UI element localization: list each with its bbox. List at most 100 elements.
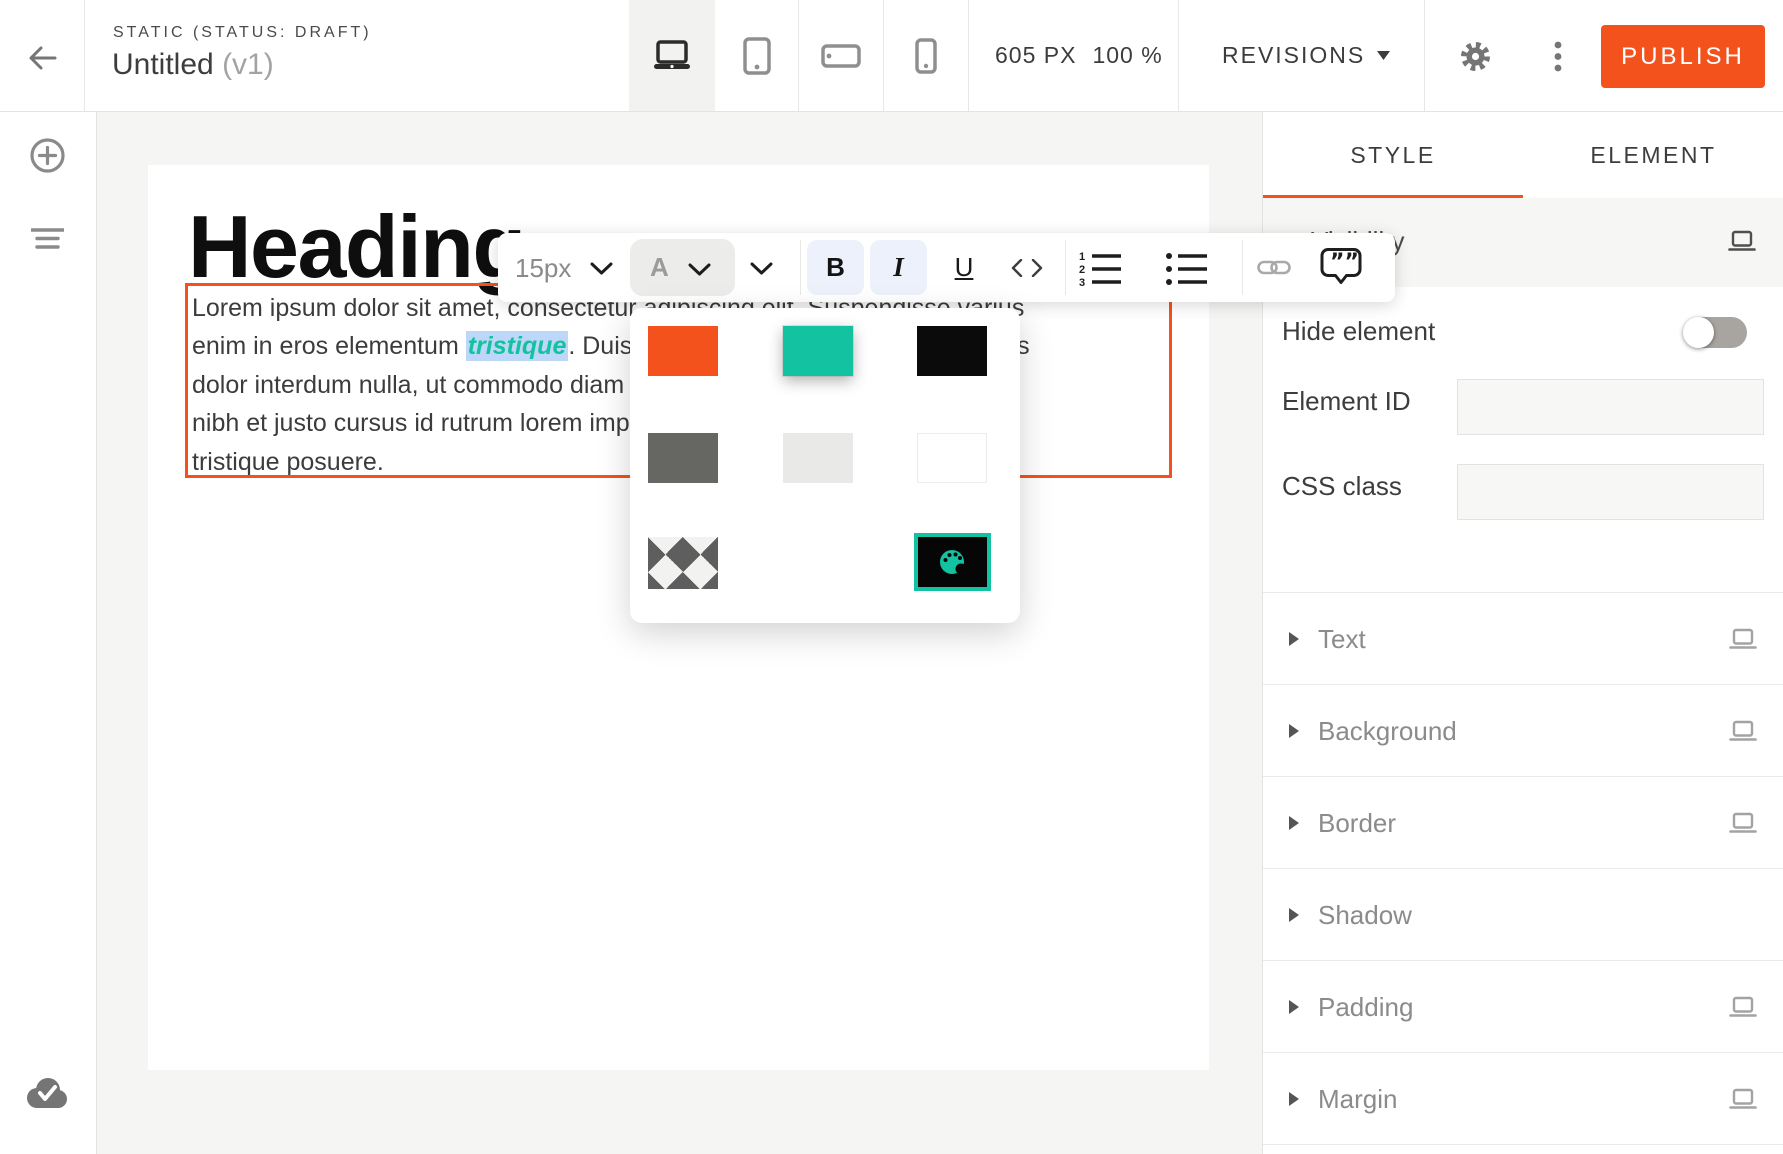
device-tab-phone[interactable] <box>884 0 968 111</box>
publish-button[interactable]: PUBLISH <box>1601 25 1765 88</box>
section-margin[interactable]: Margin <box>1263 1053 1783 1145</box>
element-id-label: Element ID <box>1282 386 1411 417</box>
back-arrow-icon <box>28 44 58 72</box>
structure-button[interactable] <box>31 228 64 255</box>
hide-element-label: Hide element <box>1282 316 1435 347</box>
plus-circle-icon <box>29 137 66 174</box>
quote-button[interactable]: ”” <box>1316 246 1366 290</box>
topbar-divider <box>968 0 969 111</box>
chevron-down-icon <box>688 263 711 276</box>
device-tab-desktop[interactable] <box>629 0 715 111</box>
device-scope-icon <box>1729 996 1757 1019</box>
section-background[interactable]: Background <box>1263 685 1783 777</box>
text-selection-highlight: tristique <box>466 331 569 361</box>
svg-text:3: 3 <box>1079 277 1085 286</box>
chevron-right-icon <box>1289 1092 1299 1106</box>
cloud-saved-icon <box>24 1076 68 1110</box>
kebab-menu-icon <box>1551 40 1565 73</box>
topbar-divider <box>84 0 85 111</box>
bold-button[interactable]: B <box>807 240 864 295</box>
back-button[interactable] <box>28 44 58 77</box>
teal-styled-word: tristique <box>468 332 567 360</box>
font-size-value[interactable]: 15px <box>515 253 571 284</box>
section-text[interactable]: Text <box>1263 593 1783 685</box>
custom-color-palette-button[interactable] <box>914 533 991 591</box>
add-element-button[interactable] <box>29 137 66 179</box>
text-format-toolbar: 15px A B I U 1 2 3 <box>498 233 1395 302</box>
toggle-knob <box>1683 317 1714 348</box>
ordered-list-button[interactable]: 1 2 3 <box>1078 249 1124 287</box>
viewport-info: 605 PX 100 % <box>995 0 1163 111</box>
device-scope-icon <box>1729 812 1757 835</box>
device-scope-icon <box>1728 230 1756 253</box>
revisions-label: REVISIONS <box>1222 42 1365 69</box>
device-scope-icon <box>1729 720 1757 743</box>
chevron-right-icon <box>1289 816 1299 830</box>
hide-element-toggle[interactable] <box>1685 317 1747 348</box>
svg-text:””: ”” <box>1330 250 1359 275</box>
bullet-list-button[interactable] <box>1164 249 1210 287</box>
section-shadow[interactable]: Shadow <box>1263 869 1783 961</box>
section-padding[interactable]: Padding <box>1263 961 1783 1053</box>
font-size-dropdown-button[interactable] <box>590 262 613 275</box>
chevron-right-icon <box>1289 1000 1299 1014</box>
topbar-divider <box>1424 0 1425 111</box>
toolbar-divider <box>1242 240 1243 295</box>
code-button[interactable] <box>1001 233 1053 302</box>
gear-icon <box>1459 40 1492 73</box>
ordered-list-icon: 1 2 3 <box>1079 250 1123 286</box>
chevron-right-icon <box>1289 908 1299 922</box>
zoom-level-value: 100 % <box>1092 42 1162 69</box>
italic-button[interactable]: I <box>870 240 927 295</box>
tab-element[interactable]: ELEMENT <box>1523 112 1783 198</box>
left-sidebar <box>0 112 97 1154</box>
document-title-text: Untitled <box>112 48 214 81</box>
underline-button[interactable]: U <box>942 233 986 302</box>
viewport-width-value: 605 PX <box>995 42 1076 69</box>
chevron-down-icon <box>750 262 773 275</box>
tab-style[interactable]: STYLE <box>1263 112 1523 198</box>
color-swatch-light-gray[interactable] <box>783 433 853 483</box>
chevron-right-icon <box>1289 724 1299 738</box>
svg-text:2: 2 <box>1079 264 1085 276</box>
color-picker-popover <box>630 308 1020 623</box>
revisions-dropdown[interactable]: REVISIONS <box>1222 0 1390 111</box>
element-id-input[interactable] <box>1457 379 1764 435</box>
link-icon <box>1257 257 1291 278</box>
more-options-button[interactable] <box>1551 40 1565 78</box>
device-scope-icon <box>1729 628 1757 651</box>
settings-button[interactable] <box>1459 40 1492 78</box>
chevron-right-icon <box>1289 632 1299 646</box>
device-scope-icon <box>1729 1088 1757 1111</box>
text-color-dropdown-button[interactable]: A <box>630 239 735 296</box>
color-swatch-teal[interactable] <box>783 326 853 376</box>
caret-down-icon <box>1377 51 1390 60</box>
svg-text:1: 1 <box>1079 251 1085 263</box>
topbar-divider <box>1178 0 1179 111</box>
tablet-portrait-icon <box>743 37 771 75</box>
css-class-input[interactable] <box>1457 464 1764 520</box>
color-swatch-dark-gray[interactable] <box>648 433 718 483</box>
toolbar-divider <box>800 240 801 295</box>
link-button[interactable] <box>1254 253 1294 282</box>
code-icon <box>1011 259 1043 277</box>
css-class-label: CSS class <box>1282 471 1402 502</box>
document-version: (v1) <box>222 48 274 81</box>
bullet-list-icon <box>1165 250 1209 286</box>
toolbar-divider <box>1065 240 1066 295</box>
device-tab-tablet-landscape[interactable] <box>799 0 883 111</box>
document-title: Untitled (v1) <box>112 48 274 82</box>
color-swatch-black[interactable] <box>917 326 987 376</box>
color-swatch-transparent-pattern[interactable] <box>648 537 718 589</box>
device-tab-tablet-portrait[interactable] <box>715 0 798 111</box>
section-border[interactable]: Border <box>1263 777 1783 869</box>
quote-icon: ”” <box>1318 247 1364 289</box>
structure-list-icon <box>31 228 64 250</box>
color-swatch-orange[interactable] <box>648 326 718 376</box>
color-swatch-white[interactable] <box>917 433 987 483</box>
highlight-color-dropdown-button[interactable] <box>750 262 773 275</box>
laptop-icon <box>652 39 692 73</box>
tablet-landscape-icon <box>821 44 861 68</box>
save-status <box>24 1076 68 1115</box>
phone-icon <box>915 38 937 74</box>
